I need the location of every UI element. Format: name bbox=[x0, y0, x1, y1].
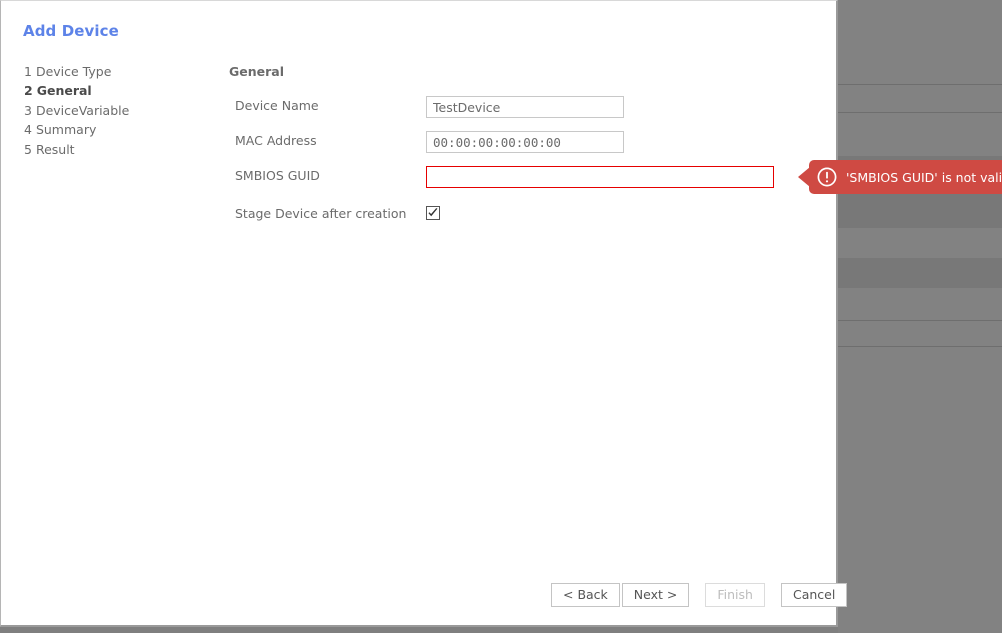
stage-device-label: Stage Device after creation bbox=[235, 206, 407, 221]
exclamation-circle-icon bbox=[817, 167, 837, 187]
backdrop-row bbox=[838, 198, 1002, 228]
smbios-guid-label: SMBIOS GUID bbox=[235, 168, 320, 183]
backdrop-row bbox=[838, 84, 1002, 112]
back-button[interactable]: < Back bbox=[551, 583, 620, 607]
wizard-step-1[interactable]: 1 Device Type bbox=[24, 62, 214, 81]
finish-button: Finish bbox=[705, 583, 765, 607]
wizard-step-3[interactable]: 3 DeviceVariable bbox=[24, 101, 214, 120]
section-heading: General bbox=[229, 64, 284, 79]
wizard-step-2[interactable]: 2 General bbox=[24, 81, 214, 100]
cancel-button[interactable]: Cancel bbox=[780, 583, 848, 607]
validation-error-tooltip: 'SMBIOS GUID' is not valid. bbox=[798, 160, 1002, 194]
wizard-step-5[interactable]: 5 Result bbox=[24, 140, 214, 159]
device-name-input[interactable] bbox=[426, 96, 624, 118]
wizard-step-1-label: Device Type bbox=[35, 64, 112, 79]
smbios-guid-input[interactable] bbox=[426, 166, 774, 188]
wizard-step-list: 1 Device Type 2 General 3 DeviceVariable 4S… bbox=[24, 62, 214, 159]
wizard-step-4-label: Summary bbox=[35, 122, 97, 138]
mac-address-input[interactable] bbox=[426, 131, 624, 153]
wizard-step-2-number: 2 bbox=[24, 83, 33, 99]
backdrop-row bbox=[838, 112, 1002, 156]
backdrop-row bbox=[838, 320, 1002, 346]
backdrop-row bbox=[838, 0, 1002, 84]
wizard-step-2-label: General bbox=[36, 83, 92, 99]
backdrop-row bbox=[838, 288, 1002, 320]
add-device-dialog: Add Device 1 Device Type 2 General 3 Device… bbox=[0, 0, 848, 627]
wizard-step-4[interactable]: 4 Summary bbox=[24, 120, 214, 139]
wizard-step-3-number: 3 bbox=[24, 102, 32, 118]
tooltip-body: 'SMBIOS GUID' is not valid. bbox=[809, 160, 1002, 194]
wizard-step-1-number: 1 bbox=[24, 64, 32, 79]
mac-address-label: MAC Address bbox=[235, 133, 317, 148]
stage-device-checkbox[interactable] bbox=[426, 206, 440, 220]
wizard-button-bar: < Back Next > Finish Cancel bbox=[551, 583, 848, 607]
wizard-step-3-label: DeviceVariable bbox=[35, 102, 130, 118]
wizard-step-5-number: 5 bbox=[24, 141, 32, 157]
button-spacer bbox=[689, 583, 705, 607]
button-spacer bbox=[765, 583, 781, 607]
wizard-step-5-label: Result bbox=[35, 141, 75, 157]
device-name-label: Device Name bbox=[235, 98, 319, 113]
backdrop-row bbox=[838, 346, 1002, 633]
backdrop-row bbox=[838, 258, 1002, 288]
dialog-title: Add Device bbox=[23, 22, 119, 40]
wizard-step-4-number: 4 bbox=[24, 122, 32, 138]
backdrop-row bbox=[838, 228, 1002, 258]
checkmark-icon bbox=[428, 208, 438, 217]
tooltip-message: 'SMBIOS GUID' is not valid. bbox=[846, 169, 1002, 185]
next-button[interactable]: Next > bbox=[621, 583, 690, 607]
